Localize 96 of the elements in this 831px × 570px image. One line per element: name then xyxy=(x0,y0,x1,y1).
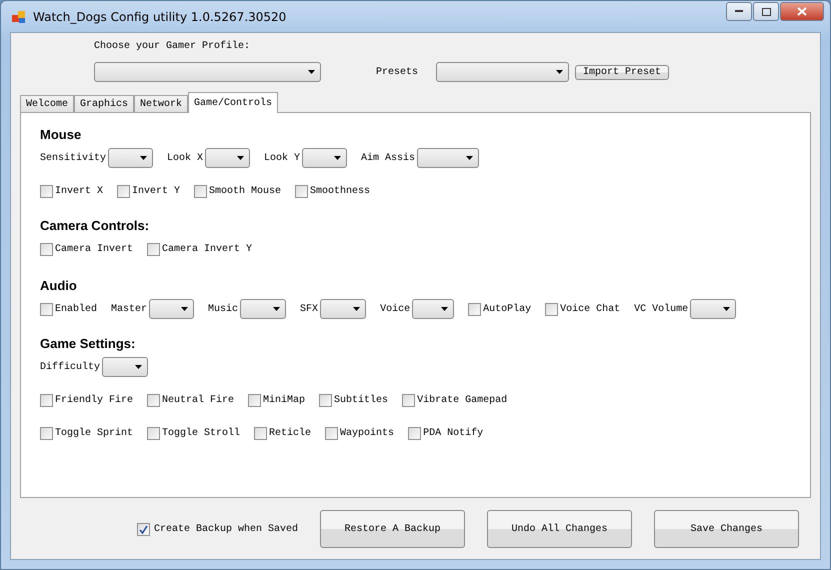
minimize-button[interactable] xyxy=(726,2,752,21)
field-label: Music xyxy=(208,304,238,314)
checkbox[interactable] xyxy=(295,184,308,198)
checkbox-label: Camera Invert Y xyxy=(162,244,252,254)
checkbox-label: Create Backup when Saved xyxy=(154,524,298,534)
section-heading: Audio xyxy=(40,278,78,293)
field-label: VC Volume xyxy=(634,304,688,314)
dropdown-arrow-icon xyxy=(237,156,244,160)
dropdown-arrow-icon xyxy=(723,307,730,311)
checkbox[interactable] xyxy=(408,426,422,440)
field-label: Voice xyxy=(380,304,410,314)
checkbox-label: Invert Y xyxy=(132,186,180,196)
checkbox-label: Enabled xyxy=(55,304,98,314)
checkbox[interactable] xyxy=(137,522,150,536)
checkbox[interactable] xyxy=(248,394,262,406)
checkbox[interactable] xyxy=(147,394,160,406)
profile-label: Choose your Gamer Profile: xyxy=(94,41,252,52)
dropdown-arrow-icon xyxy=(140,156,148,160)
maximize-icon xyxy=(762,8,770,16)
tab[interactable]: Graphics xyxy=(74,95,134,112)
field-label: Master xyxy=(111,304,148,314)
section-heading: Mouse xyxy=(40,127,82,142)
field-label: Difficulty xyxy=(40,362,100,372)
dropdown-arrow-icon xyxy=(308,70,315,74)
dropdown[interactable] xyxy=(149,299,194,319)
import-preset-button[interactable]: Import Preset xyxy=(575,64,670,80)
dropdown-arrow-icon xyxy=(353,307,360,311)
checkbox[interactable] xyxy=(117,184,130,198)
dropdown-arrow-icon xyxy=(334,156,342,160)
checkbox-label: PDA Notify xyxy=(423,428,484,438)
checkbox[interactable] xyxy=(147,426,160,440)
checkbox-label: Voice Chat xyxy=(560,304,620,314)
tab[interactable]: Network xyxy=(134,95,188,112)
dropdown-arrow-icon xyxy=(556,70,564,74)
profile-dropdown[interactable] xyxy=(94,62,321,82)
dropdown[interactable] xyxy=(417,148,480,168)
field-label: SFX xyxy=(300,304,318,314)
checkbox[interactable] xyxy=(468,302,482,316)
checkbox[interactable] xyxy=(319,394,332,406)
dropdown-arrow-icon xyxy=(181,307,188,311)
checkbox-label: AutoPlay xyxy=(483,304,532,314)
tab[interactable]: Game/Controls xyxy=(188,92,278,113)
checkbox-label: Toggle Stroll xyxy=(162,428,240,438)
checkbox-label: Neutral Fire xyxy=(162,394,234,406)
dropdown[interactable] xyxy=(108,148,154,168)
section-heading: Camera Controls: xyxy=(40,218,150,233)
checkbox[interactable] xyxy=(40,184,53,198)
checkbox[interactable] xyxy=(40,242,53,256)
dropdown[interactable] xyxy=(690,299,736,319)
field-label: Aim Assis xyxy=(361,152,416,164)
minimize-icon xyxy=(735,10,743,13)
checkbox-label: MiniMap xyxy=(263,394,306,406)
checkbox-label: Vibrate Gamepad xyxy=(417,394,508,406)
action-button[interactable]: Undo All Changes xyxy=(487,510,632,548)
dropdown-arrow-icon xyxy=(273,307,280,311)
dropdown[interactable] xyxy=(302,148,348,168)
close-button[interactable] xyxy=(780,2,824,21)
window-title: Watch_Dogs Config utility 1.0.5267.30520 xyxy=(33,10,288,24)
dropdown-arrow-icon xyxy=(466,156,474,160)
presets-dropdown[interactable] xyxy=(436,62,570,82)
checkbox-label: Friendly Fire xyxy=(55,394,134,406)
checkbox-label: Toggle Sprint xyxy=(55,428,134,438)
field-label: Look Y xyxy=(264,152,300,164)
checkbox[interactable] xyxy=(40,302,53,316)
checkbox-label: Smoothness xyxy=(310,186,370,196)
tab[interactable]: Welcome xyxy=(20,95,74,112)
dropdown-arrow-icon xyxy=(441,307,448,311)
checkbox[interactable] xyxy=(40,394,53,406)
action-button[interactable]: Save Changes xyxy=(654,510,800,548)
checkbox[interactable] xyxy=(325,426,338,440)
dropdown[interactable] xyxy=(102,357,148,377)
checkbox-label: Waypoints xyxy=(340,428,394,438)
dropdown[interactable] xyxy=(412,299,454,319)
maximize-button[interactable] xyxy=(753,2,779,21)
dropdown-arrow-icon xyxy=(135,365,142,369)
dropdown[interactable] xyxy=(205,148,250,168)
field-label: Sensitivity xyxy=(40,152,106,164)
checkbox[interactable] xyxy=(147,242,160,256)
checkbox[interactable] xyxy=(254,426,268,440)
dropdown[interactable] xyxy=(320,299,366,319)
presets-label: Presets xyxy=(376,66,418,78)
section-heading: Game Settings: xyxy=(40,336,136,351)
dropdown[interactable] xyxy=(240,299,286,319)
close-icon xyxy=(797,7,807,16)
checkbox[interactable] xyxy=(40,426,53,440)
checkbox-label: Smooth Mouse xyxy=(209,186,282,196)
field-label: Look X xyxy=(167,152,204,164)
checkbox[interactable] xyxy=(545,302,558,316)
checkbox-label: Subtitles xyxy=(334,394,388,406)
checkbox[interactable] xyxy=(194,184,208,198)
checkbox[interactable] xyxy=(402,394,416,406)
checkbox-label: Camera Invert xyxy=(55,244,134,254)
checkbox-label: Invert X xyxy=(55,186,104,196)
app-icon xyxy=(11,8,27,24)
action-button[interactable]: Restore A Backup xyxy=(320,510,466,548)
checkbox-label: Reticle xyxy=(269,428,312,438)
